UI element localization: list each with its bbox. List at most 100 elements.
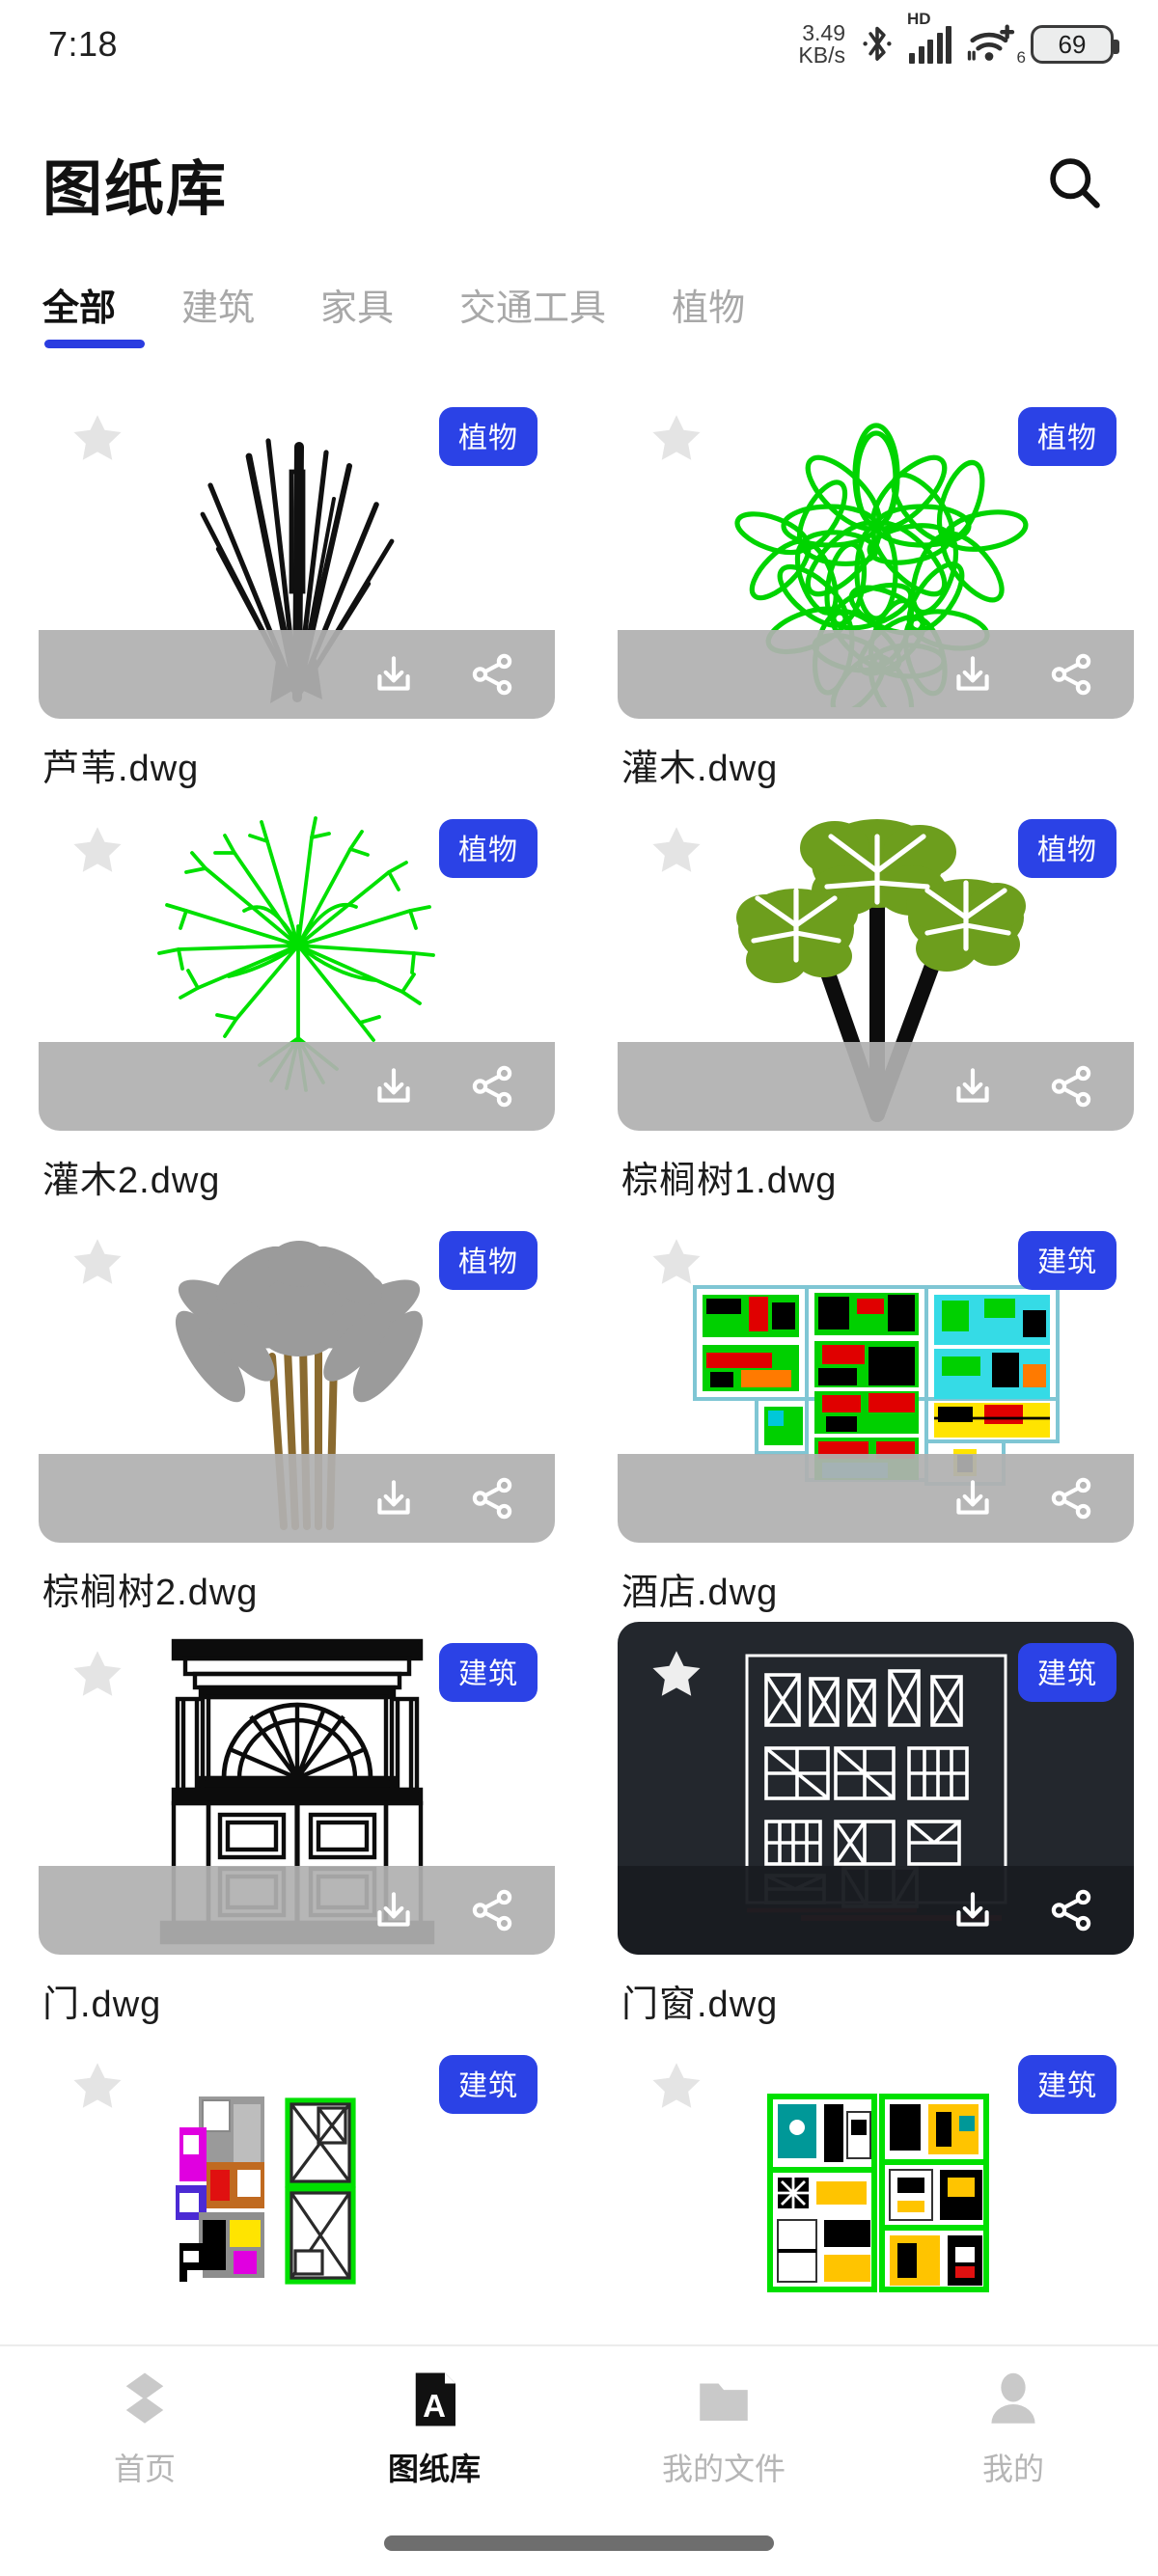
download-icon[interactable]	[368, 1884, 420, 1936]
card-actions	[39, 1454, 555, 1543]
share-icon[interactable]	[1045, 1060, 1097, 1112]
drawing-card[interactable]: 植物	[39, 798, 555, 1131]
star-icon[interactable]	[68, 1645, 127, 1705]
app-screen: 7:18 3.49 KB/s HD 6 69 图纸库 全部 建筑 家具 交通工具…	[0, 0, 1158, 2576]
tab-furniture[interactable]: 家具	[320, 278, 394, 350]
file-name: 灌木.dwg	[621, 749, 779, 789]
star-icon[interactable]	[647, 1645, 706, 1705]
drawing-card[interactable]: 建筑	[39, 1622, 555, 1955]
app-header: 图纸库	[0, 125, 1158, 241]
drawing-card[interactable]: 建筑	[618, 1622, 1134, 1955]
star-icon[interactable]	[68, 1233, 127, 1293]
signal-bars	[909, 25, 951, 64]
card-actions	[39, 1866, 555, 1955]
star-icon[interactable]	[68, 2057, 127, 2117]
network-speed-unit: KB/s	[798, 42, 845, 68]
document-a-icon: A	[402, 2368, 466, 2431]
card-actions	[618, 630, 1134, 719]
card-actions	[39, 630, 555, 719]
tab-building[interactable]: 建筑	[181, 278, 255, 350]
download-icon[interactable]	[947, 1884, 999, 1936]
person-icon	[981, 2368, 1045, 2431]
nav-item-home[interactable]: 首页	[0, 2368, 290, 2489]
category-badge: 植物	[1018, 819, 1117, 878]
category-badge: 植物	[439, 407, 538, 466]
wifi-plus-icon: 6	[967, 24, 1026, 67]
nav-item-my-files[interactable]: 我的文件	[579, 2368, 868, 2489]
drawing-card[interactable]: 植物	[39, 386, 555, 719]
share-icon[interactable]	[466, 1884, 518, 1936]
file-name: 棕榈树2.dwg	[42, 1573, 259, 1613]
drawing-card[interactable]: 建筑	[618, 1210, 1134, 1543]
list-item[interactable]: 植物 棕榈树1.dwg	[618, 798, 1158, 1210]
nav-item-mine[interactable]: 我的	[868, 2368, 1158, 2489]
list-item[interactable]: 建筑 酒店.dwg	[618, 1210, 1158, 1622]
search-icon[interactable]	[1036, 145, 1114, 222]
list-item[interactable]: 建筑 门窗.dwg	[618, 1622, 1158, 2034]
nav-label-mine: 我的	[981, 2452, 1044, 2486]
file-name: 门窗.dwg	[621, 1985, 779, 2025]
category-badge: 植物	[1018, 407, 1117, 466]
tab-vehicle[interactable]: 交通工具	[459, 278, 606, 350]
tab-plant[interactable]: 植物	[672, 278, 745, 350]
drawing-card[interactable]: 植物	[618, 798, 1134, 1131]
drawing-card[interactable]: 建筑	[618, 2034, 1134, 2344]
svg-text:A: A	[423, 2388, 446, 2424]
download-icon[interactable]	[947, 648, 999, 700]
folder-icon	[692, 2368, 756, 2431]
nav-label-home: 首页	[113, 2452, 176, 2486]
share-icon[interactable]	[466, 1472, 518, 1524]
network-speed-indicator: 3.49 KB/s	[798, 19, 845, 68]
file-name: 灌木2.dwg	[42, 1161, 221, 1201]
star-icon[interactable]	[647, 409, 706, 469]
list-item[interactable]: 植物 灌木2.dwg	[39, 798, 579, 1210]
share-icon[interactable]	[466, 648, 518, 700]
tab-all[interactable]: 全部	[42, 278, 146, 350]
status-bar: 7:18 3.49 KB/s HD 6 69	[0, 0, 1158, 89]
list-item[interactable]: 建筑	[618, 2034, 1158, 2344]
download-icon[interactable]	[368, 1060, 420, 1112]
home-indicator[interactable]	[384, 2535, 774, 2551]
download-icon[interactable]	[947, 1472, 999, 1524]
drawing-card[interactable]: 植物	[39, 1210, 555, 1543]
list-item[interactable]: 植物 芦苇.dwg	[39, 386, 579, 798]
file-name: 棕榈树1.dwg	[621, 1161, 838, 1201]
drawing-card[interactable]: 建筑	[39, 2034, 555, 2344]
star-icon[interactable]	[68, 821, 127, 881]
page-title: 图纸库	[42, 156, 229, 223]
share-icon[interactable]	[1045, 1884, 1097, 1936]
download-icon[interactable]	[368, 648, 420, 700]
share-icon[interactable]	[1045, 1472, 1097, 1524]
nav-label-my-files: 我的文件	[661, 2452, 786, 2486]
network-speed-value: 3.49	[802, 19, 845, 45]
category-badge: 植物	[439, 1231, 538, 1290]
star-icon[interactable]	[647, 1233, 706, 1293]
category-badge: 建筑	[1018, 2055, 1117, 2114]
list-item[interactable]: 建筑	[39, 2034, 579, 2344]
hd-label: HD	[907, 9, 931, 28]
star-icon[interactable]	[647, 2057, 706, 2117]
category-badge: 建筑	[439, 1643, 538, 1702]
share-icon[interactable]	[1045, 648, 1097, 700]
star-icon[interactable]	[647, 821, 706, 881]
download-icon[interactable]	[368, 1472, 420, 1524]
share-icon[interactable]	[466, 1060, 518, 1112]
file-name: 芦苇.dwg	[42, 749, 200, 789]
bluetooth-icon	[861, 23, 894, 66]
status-clock: 7:18	[48, 24, 119, 64]
file-name: 门.dwg	[42, 1985, 162, 2025]
list-item[interactable]: 植物 灌木.dwg	[618, 386, 1158, 798]
list-item[interactable]: 植物 棕榈树2.dwg	[39, 1210, 579, 1622]
nav-item-library[interactable]: A 图纸库	[290, 2368, 579, 2489]
download-icon[interactable]	[947, 1060, 999, 1112]
category-badge: 建筑	[439, 2055, 538, 2114]
card-actions	[618, 1042, 1134, 1131]
card-actions	[618, 1866, 1134, 1955]
status-icons: 3.49 KB/s HD 6 69	[798, 10, 1119, 68]
category-badge: 建筑	[1018, 1231, 1117, 1290]
drawing-grid: 植物 芦苇.dwg 植物 灌木.dwg 植物 灌木2.dwg 植物 棕榈树1.d…	[0, 386, 1158, 2344]
bottom-navigation: 首页 A 图纸库 我的文件 我的	[0, 2344, 1158, 2576]
list-item[interactable]: 建筑 门.dwg	[39, 1622, 579, 2034]
drawing-card[interactable]: 植物	[618, 386, 1134, 719]
star-icon[interactable]	[68, 409, 127, 469]
